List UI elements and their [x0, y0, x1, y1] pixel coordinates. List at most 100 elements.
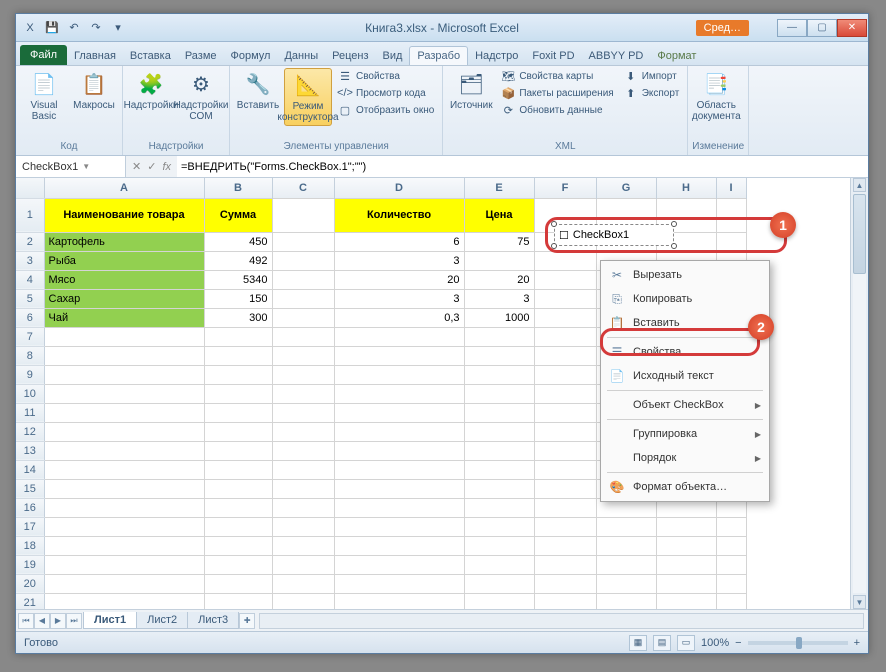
cell[interactable] [464, 479, 534, 498]
cell[interactable] [334, 517, 464, 536]
cell[interactable] [44, 536, 204, 555]
properties-button[interactable]: ☰Свойства [334, 68, 438, 84]
row-head[interactable]: 5 [16, 289, 44, 308]
nav-prev-icon[interactable]: ◀ [34, 613, 50, 629]
scroll-up-arrow-icon[interactable]: ▲ [853, 178, 866, 192]
cell[interactable] [596, 555, 656, 574]
cell[interactable] [334, 365, 464, 384]
zoom-out-icon[interactable]: − [735, 637, 741, 649]
tab-abbyy[interactable]: ABBYY PD [582, 47, 651, 65]
close-button[interactable]: ✕ [837, 19, 867, 37]
tab-developer[interactable]: Разрабо [409, 46, 468, 65]
cell[interactable] [334, 403, 464, 422]
cell[interactable] [534, 555, 596, 574]
cell[interactable] [272, 232, 334, 251]
row-head[interactable]: 18 [16, 536, 44, 555]
maximize-button[interactable]: ▢ [807, 19, 837, 37]
cell[interactable]: Мясо [44, 270, 204, 289]
handle-nw[interactable] [551, 221, 557, 227]
view-code-button[interactable]: </>Просмотр кода [334, 85, 438, 101]
cell[interactable] [534, 289, 596, 308]
cell[interactable]: 5340 [204, 270, 272, 289]
cm-object[interactable]: Объект CheckBox▶ [603, 393, 767, 417]
row-head[interactable]: 20 [16, 574, 44, 593]
cell[interactable] [656, 517, 716, 536]
cm-format-object[interactable]: 🎨Формат объекта… [603, 475, 767, 499]
cell[interactable] [464, 365, 534, 384]
cell[interactable] [272, 270, 334, 289]
cell[interactable] [716, 232, 746, 251]
row-head[interactable]: 21 [16, 593, 44, 609]
cell[interactable] [44, 365, 204, 384]
scrollbar-thumb[interactable] [853, 194, 866, 274]
source-button[interactable]: 🗂Источник [447, 68, 495, 113]
save-icon[interactable]: 💾 [42, 18, 62, 38]
cell[interactable] [464, 574, 534, 593]
tab-insert[interactable]: Вставка [123, 47, 178, 65]
minimize-button[interactable]: — [777, 19, 807, 37]
cell[interactable] [272, 422, 334, 441]
cell[interactable]: 492 [204, 251, 272, 270]
cell[interactable] [204, 593, 272, 609]
cell[interactable] [464, 555, 534, 574]
col-head-A[interactable]: A [44, 178, 204, 198]
row-head[interactable]: 3 [16, 251, 44, 270]
row-head[interactable]: 17 [16, 517, 44, 536]
cell[interactable] [534, 346, 596, 365]
row-head[interactable]: 16 [16, 498, 44, 517]
cell[interactable]: Сахар [44, 289, 204, 308]
redo-icon[interactable]: ↷ [86, 18, 106, 38]
cell[interactable] [334, 441, 464, 460]
col-head-D[interactable]: D [334, 178, 464, 198]
cell[interactable] [334, 422, 464, 441]
cell[interactable] [272, 365, 334, 384]
cell[interactable] [272, 555, 334, 574]
cell[interactable] [204, 460, 272, 479]
cell[interactable] [272, 384, 334, 403]
cancel-icon[interactable]: ✕ [132, 160, 141, 173]
cell[interactable] [204, 346, 272, 365]
formula-input[interactable]: =ВНЕДРИТЬ("Forms.CheckBox.1";"") [177, 156, 868, 177]
cell[interactable] [204, 422, 272, 441]
cell[interactable] [464, 403, 534, 422]
cell[interactable] [656, 555, 716, 574]
cell[interactable] [534, 403, 596, 422]
row-head[interactable]: 1 [16, 198, 44, 232]
tab-view[interactable]: Вид [376, 47, 410, 65]
cell[interactable]: 20 [464, 270, 534, 289]
cell[interactable] [44, 403, 204, 422]
cell[interactable] [334, 384, 464, 403]
cell[interactable] [464, 441, 534, 460]
cell[interactable] [272, 498, 334, 517]
cell[interactable] [716, 517, 746, 536]
exp-packs-button[interactable]: 📦Пакеты расширения [497, 85, 617, 101]
cell[interactable] [464, 422, 534, 441]
cell[interactable] [272, 198, 334, 232]
cell[interactable] [334, 574, 464, 593]
cell[interactable] [464, 327, 534, 346]
cell[interactable] [596, 536, 656, 555]
cell[interactable] [204, 479, 272, 498]
nav-next-icon[interactable]: ▶ [50, 613, 66, 629]
view-break-icon[interactable]: ▭ [677, 635, 695, 651]
cell[interactable] [656, 593, 716, 609]
zoom-knob[interactable] [796, 637, 802, 649]
cell[interactable] [272, 308, 334, 327]
vertical-scrollbar[interactable]: ▲ ▼ [850, 178, 868, 609]
cell[interactable] [272, 536, 334, 555]
cell[interactable]: Наименование товара [44, 198, 204, 232]
tab-review[interactable]: Реценз [325, 47, 375, 65]
cell[interactable] [656, 574, 716, 593]
enter-icon[interactable]: ✓ [147, 160, 156, 173]
cell[interactable] [272, 289, 334, 308]
cell[interactable] [534, 251, 596, 270]
cell[interactable] [272, 479, 334, 498]
cell[interactable] [464, 498, 534, 517]
checkbox-control[interactable]: ☐ CheckBox1 [554, 224, 674, 246]
cell[interactable] [334, 498, 464, 517]
cell[interactable] [204, 517, 272, 536]
cell[interactable] [534, 384, 596, 403]
cell[interactable] [334, 536, 464, 555]
cell[interactable] [272, 251, 334, 270]
design-mode-button[interactable]: 📐Режим конструктора [284, 68, 332, 126]
